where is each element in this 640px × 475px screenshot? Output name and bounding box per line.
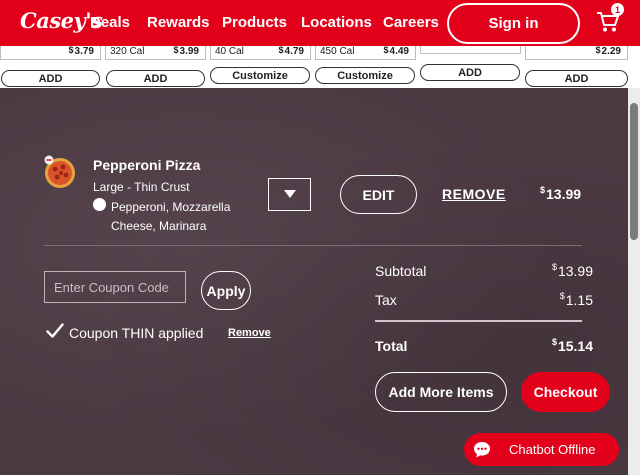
apply-coupon-button[interactable]: Apply: [201, 271, 251, 310]
product-card: $3.79: [0, 45, 101, 60]
cart-item-toppings: Pepperoni, Mozzarella Cheese, Marinara: [111, 200, 231, 233]
product-card: $2.29: [525, 45, 628, 60]
cart-item-price: $13.99: [540, 185, 582, 202]
customize-button[interactable]: Customize: [315, 67, 415, 84]
item-divider: [44, 245, 582, 246]
edit-item-button[interactable]: EDIT: [340, 175, 417, 214]
product-card: [420, 46, 521, 54]
site-header: Casey's Deals Rewards Products Locations…: [0, 0, 640, 46]
subtotal-value: $13.99: [551, 262, 593, 279]
customize-button[interactable]: Customize: [210, 67, 310, 84]
nav-products[interactable]: Products: [222, 14, 287, 31]
chatbot-label: Chatbot Offline: [509, 442, 596, 457]
chatbot-button[interactable]: Chatbot Offline: [464, 433, 619, 466]
quantity-select[interactable]: [268, 178, 311, 211]
tax-label: Tax: [375, 292, 397, 308]
add-button[interactable]: ADD: [420, 64, 520, 81]
add-button[interactable]: ADD: [1, 70, 100, 87]
nav-deals[interactable]: Deals: [90, 14, 130, 31]
add-button[interactable]: ADD: [525, 70, 628, 87]
topping-bullet-icon: [93, 198, 106, 211]
subtotal-label: Subtotal: [375, 263, 427, 279]
add-more-items-button[interactable]: Add More Items: [375, 372, 507, 412]
product-card: 320 Cal $3.99: [105, 45, 206, 60]
sign-in-button[interactable]: Sign in: [447, 3, 580, 44]
chat-bubble-icon: [474, 441, 490, 457]
check-icon: [46, 323, 64, 338]
remove-coupon-link[interactable]: Remove: [228, 327, 271, 339]
total-label: Total: [375, 338, 408, 354]
checkout-button[interactable]: Checkout: [521, 372, 610, 412]
cart-item-size: Large - Thin Crust: [93, 180, 190, 194]
coupon-applied-status: Coupon THIN applied: [69, 325, 204, 341]
scrollbar-thumb[interactable]: [630, 103, 638, 240]
summary-divider: [375, 320, 582, 322]
nav-rewards[interactable]: Rewards: [147, 14, 210, 31]
remove-item-link[interactable]: REMOVE: [442, 186, 506, 202]
coupon-code-input[interactable]: [44, 271, 186, 303]
add-button[interactable]: ADD: [106, 70, 205, 87]
total-value: $15.14: [551, 337, 593, 354]
product-card: 450 Cal $4.49: [315, 45, 416, 60]
product-card: 40 Cal $4.79: [210, 45, 311, 60]
pizza-icon: [44, 155, 75, 188]
tax-value: $1.15: [559, 291, 593, 308]
nav-careers[interactable]: Careers: [383, 14, 439, 31]
chevron-down-icon: [284, 190, 296, 198]
cart-item-name: Pepperoni Pizza: [93, 157, 201, 173]
nav-locations[interactable]: Locations: [301, 14, 372, 31]
cart-count-badge: 1: [611, 3, 624, 16]
